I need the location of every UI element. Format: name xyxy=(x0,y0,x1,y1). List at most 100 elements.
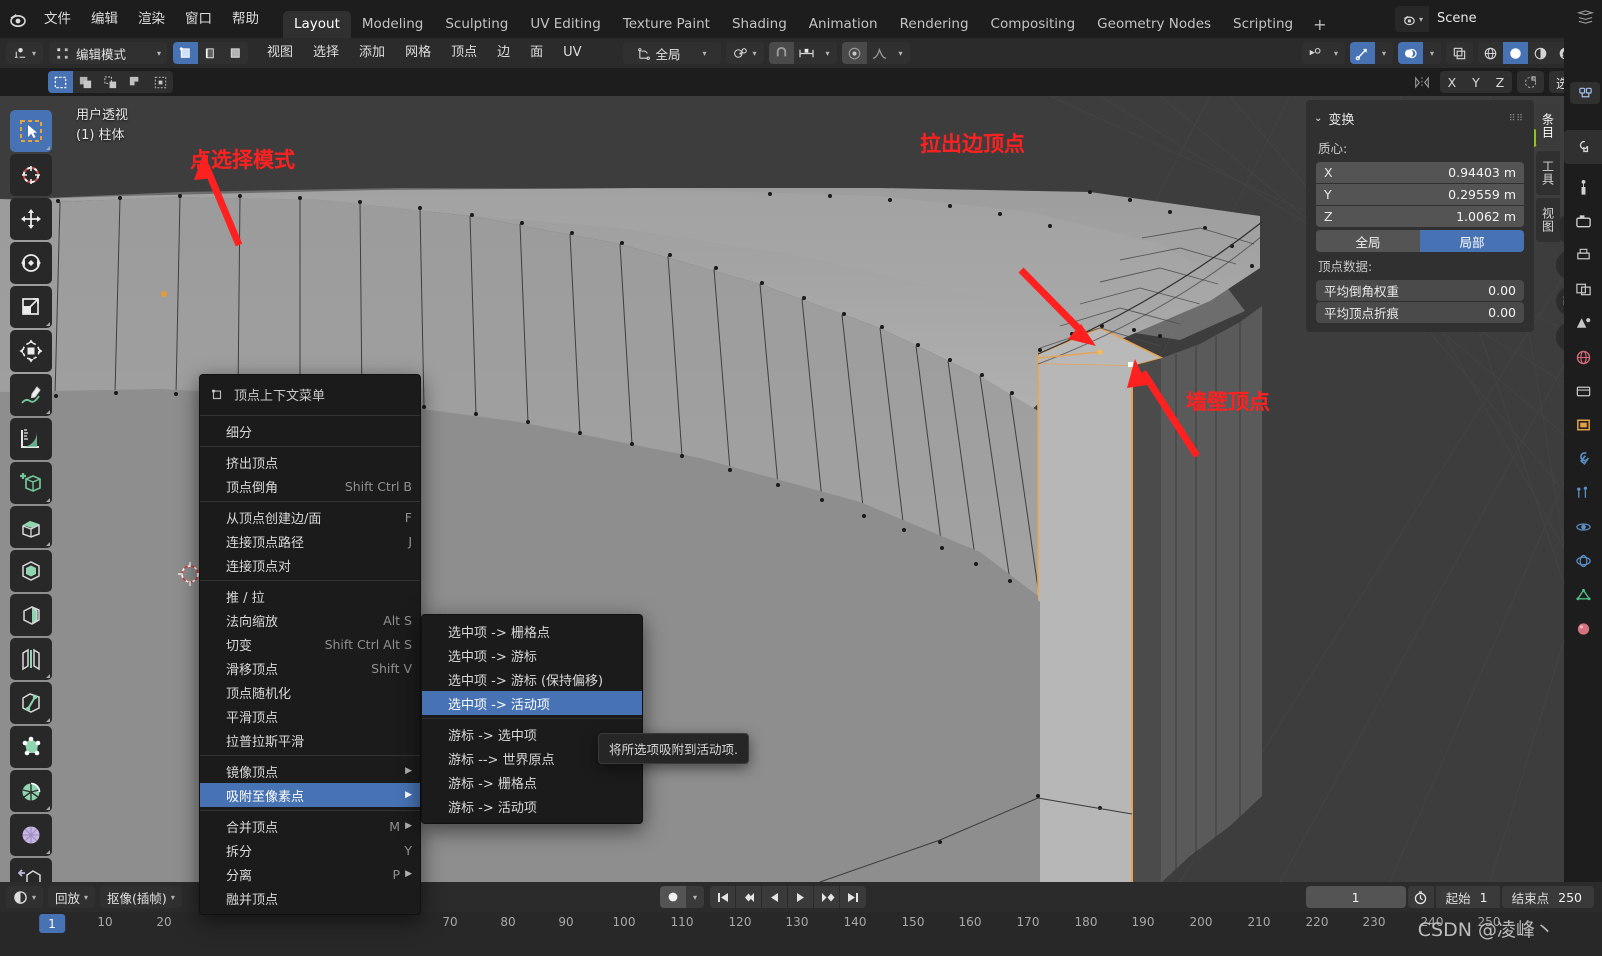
tool-extrude-region[interactable] xyxy=(10,506,52,548)
material-preview-button[interactable] xyxy=(1528,42,1553,64)
tool-rotate[interactable] xyxy=(10,242,52,284)
tool-bevel[interactable] xyxy=(10,594,52,636)
tool-inset-faces[interactable] xyxy=(10,550,52,592)
next-keyframe-button[interactable] xyxy=(814,886,840,908)
menu-item-dissolve-vertices[interactable]: 融并顶点 xyxy=(200,886,420,910)
submenu-item-selection-to-cursor[interactable]: 选中项 -> 游标 xyxy=(422,643,642,667)
drag-grip-icon[interactable]: ⠿⠿ xyxy=(1509,114,1524,124)
menu-item-shear[interactable]: 切变 Shift Ctrl Alt S xyxy=(200,632,420,656)
menu-item-snap[interactable]: 吸附至像素点 ▶ xyxy=(200,783,420,807)
properties-tab-world[interactable] xyxy=(1564,340,1602,374)
properties-tool-tab[interactable] xyxy=(1564,130,1602,164)
menu-item-split[interactable]: 拆分 Y xyxy=(200,838,420,862)
menu-item-smooth-vertices[interactable]: 平滑顶点 xyxy=(200,704,420,728)
start-frame-field[interactable]: 起始 1 xyxy=(1435,886,1500,908)
tab-sculpting[interactable]: Sculpting xyxy=(434,11,519,38)
blender-logo-icon[interactable] xyxy=(0,0,34,38)
mean-vertex-crease-field[interactable]: 平均顶点折痕 0.00 xyxy=(1316,302,1524,323)
mirror-x-button[interactable]: X xyxy=(1440,71,1464,93)
properties-tab-output[interactable] xyxy=(1564,238,1602,272)
gizmo-dropdown[interactable]: ▾ xyxy=(1375,42,1393,64)
tab-animation[interactable]: Animation xyxy=(798,11,889,38)
submenu-item-cursor-to-grid[interactable]: 游标 -> 栅格点 xyxy=(422,770,642,794)
tab-layout[interactable]: Layout xyxy=(283,11,351,38)
auto-keying-dropdown[interactable]: ▾ xyxy=(686,886,704,908)
timeline-editor-type-button[interactable]: ▾ xyxy=(6,886,44,908)
wireframe-shading-button[interactable] xyxy=(1478,42,1503,64)
extend-select-button[interactable] xyxy=(98,71,123,93)
mean-bevel-weight-field[interactable]: 平均倒角权重 0.00 xyxy=(1316,280,1524,301)
pivot-point-dropdown[interactable]: ▾ xyxy=(725,42,764,64)
menu-item-connect-vertex-path[interactable]: 连接顶点路径 J xyxy=(200,529,420,553)
box-select-button[interactable] xyxy=(73,71,98,93)
tool-shrink-fatten[interactable] xyxy=(10,858,52,882)
menu-face[interactable]: 面 xyxy=(521,42,552,64)
properties-tab-collection[interactable] xyxy=(1564,374,1602,408)
tool-scale[interactable] xyxy=(10,286,52,328)
menu-select[interactable]: 选择 xyxy=(304,42,348,64)
tab-scripting[interactable]: Scripting xyxy=(1222,11,1304,38)
timeline-scrubber[interactable]: 1 10 20 70 80 90 100 110 120 130 140 150… xyxy=(0,912,1602,956)
tool-spin[interactable] xyxy=(10,770,52,812)
current-frame-field[interactable]: 1 xyxy=(1305,886,1406,908)
xray-toggle-button[interactable] xyxy=(1446,42,1473,64)
median-z-field[interactable]: Z 1.0062 m xyxy=(1316,206,1524,227)
tool-cursor[interactable] xyxy=(10,154,52,196)
menu-item-merge-vertices[interactable]: 合并顶点 M ▶ xyxy=(200,814,420,838)
menu-item-randomize-vertices[interactable]: 顶点随机化 xyxy=(200,680,420,704)
tab-shading[interactable]: Shading xyxy=(721,11,798,38)
properties-tab-material[interactable] xyxy=(1564,612,1602,646)
npanel-tab-view[interactable]: 视图 xyxy=(1536,198,1560,242)
tool-poly-build[interactable] xyxy=(10,726,52,768)
subtract-select-button[interactable] xyxy=(123,71,148,93)
play-button[interactable] xyxy=(788,886,814,908)
menu-add[interactable]: 添加 xyxy=(350,42,394,64)
tool-move[interactable] xyxy=(10,198,52,240)
npanel-tab-tool[interactable]: 工具 xyxy=(1536,151,1560,195)
tab-uv-editing[interactable]: UV Editing xyxy=(519,11,611,38)
tab-rendering[interactable]: Rendering xyxy=(889,11,980,38)
face-select-mode-button[interactable] xyxy=(223,42,249,64)
add-workspace-button[interactable]: + xyxy=(1304,11,1335,38)
tab-geometry-nodes[interactable]: Geometry Nodes xyxy=(1086,11,1222,38)
tool-add-cube[interactable] xyxy=(10,462,52,504)
auto-keying-button[interactable] xyxy=(660,886,686,908)
menu-window[interactable]: 窗口 xyxy=(175,0,222,38)
snap-magnet-button[interactable] xyxy=(768,42,794,64)
menu-item-bevel-vertices[interactable]: 顶点倒角 Shift Ctrl B xyxy=(200,474,420,498)
menu-file[interactable]: 文件 xyxy=(34,0,81,38)
end-frame-field[interactable]: 结束点 250 xyxy=(1501,886,1594,908)
solid-shading-button[interactable] xyxy=(1503,42,1528,64)
menu-uv[interactable]: UV xyxy=(554,42,590,64)
view-layer-icon[interactable] xyxy=(1576,9,1595,30)
menu-item-vertex-slide[interactable]: 滑移顶点 Shift V xyxy=(200,656,420,680)
tab-compositing[interactable]: Compositing xyxy=(980,11,1087,38)
tool-knife[interactable] xyxy=(10,682,52,724)
intersect-select-button[interactable] xyxy=(148,71,173,93)
jump-to-start-button[interactable] xyxy=(710,886,736,908)
visibility-dropdown[interactable]: ▾ xyxy=(1327,42,1345,64)
vertex-select-mode-button[interactable] xyxy=(173,42,199,64)
menu-view[interactable]: 视图 xyxy=(258,42,302,64)
global-space-button[interactable]: 全局 xyxy=(1316,230,1420,252)
proportional-edit-button[interactable] xyxy=(841,42,867,64)
scene-name-field[interactable]: Scene xyxy=(1429,6,1569,32)
tool-transform[interactable] xyxy=(10,330,52,372)
jump-to-end-button[interactable] xyxy=(840,886,866,908)
submenu-item-cursor-to-active[interactable]: 游标 -> 活动项 xyxy=(422,794,642,818)
properties-tab-scene[interactable] xyxy=(1564,306,1602,340)
properties-editor-type-button[interactable] xyxy=(1570,82,1600,104)
playback-dropdown[interactable]: 回放 ▾ xyxy=(48,886,96,908)
properties-tab-modifiers[interactable] xyxy=(1564,442,1602,476)
tweak-select-button[interactable] xyxy=(48,71,73,93)
submenu-item-selection-to-active[interactable]: 选中项 -> 活动项 xyxy=(422,691,642,715)
submenu-item-selection-to-cursor-offset[interactable]: 选中项 -> 游标 (保持偏移) xyxy=(422,667,642,691)
median-y-field[interactable]: Y 0.29559 m xyxy=(1316,184,1524,205)
show-overlays-button[interactable] xyxy=(1398,42,1423,64)
editor-type-button[interactable]: ▾ xyxy=(6,42,44,64)
interaction-mode-dropdown[interactable]: 编辑模式 ▾ xyxy=(49,42,168,64)
object-types-visibility-button[interactable] xyxy=(1302,42,1327,64)
properties-tab-physics[interactable] xyxy=(1564,510,1602,544)
properties-tab-view-layer[interactable] xyxy=(1564,272,1602,306)
show-gizmo-button[interactable] xyxy=(1350,42,1375,64)
